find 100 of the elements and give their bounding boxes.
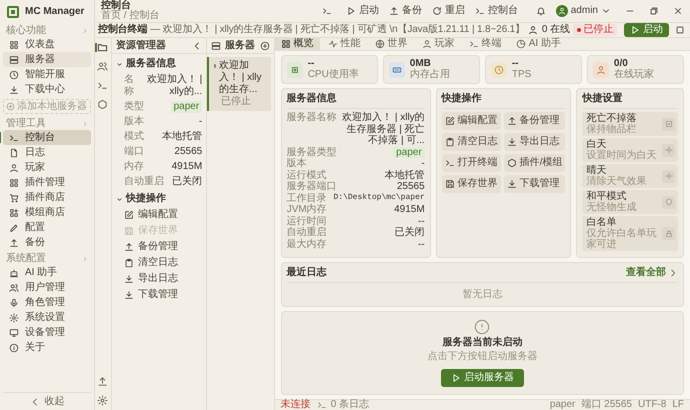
sidebar-item[interactable]: 备份 xyxy=(3,235,91,250)
server-icon xyxy=(211,40,222,50)
info-label: 工作目录 xyxy=(286,192,327,204)
type-tag: paper xyxy=(170,100,202,112)
chevron-down-icon[interactable] xyxy=(116,60,123,68)
status-item: 端口 25565 xyxy=(581,399,632,410)
info-value: 4915M xyxy=(394,204,425,216)
quick-action-button[interactable]: 备份管理 xyxy=(504,112,566,130)
quick-action-button[interactable]: 清空日志 xyxy=(442,133,501,151)
upload-icon xyxy=(506,116,517,126)
log-count: 0 条日志 xyxy=(316,399,370,410)
sidebar-item[interactable]: 配置 xyxy=(3,220,91,235)
setting-item[interactable]: 死亡不掉落 保持物品栏 xyxy=(582,112,678,136)
sidebar-item[interactable]: 日志 xyxy=(3,145,91,160)
download-icon xyxy=(9,84,19,94)
clipboard-icon xyxy=(444,137,455,147)
sidebar-item[interactable]: 仪表盘 xyxy=(3,37,91,52)
chevron-down-icon[interactable] xyxy=(116,196,123,202)
tab[interactable]: 玩家 xyxy=(416,38,461,50)
quick-action-button[interactable]: 保存世界 xyxy=(442,175,501,193)
start-button[interactable]: 启动 xyxy=(624,23,670,37)
start-server-button[interactable]: 启动服务器 xyxy=(440,369,524,387)
setting-title: 晴天 xyxy=(586,165,608,176)
action-item[interactable]: 编辑配置 xyxy=(116,207,202,223)
info-value: 欢迎加入！ | xlly的生存服务器 | 死亡不掉落 | 可... xyxy=(341,112,425,146)
hexagon-icon xyxy=(506,158,517,168)
setting-toggle[interactable] xyxy=(662,196,676,208)
setting-item[interactable]: 和平模式 无怪物生成 xyxy=(582,190,678,214)
setting-item[interactable]: 白天 设置时间为白天 xyxy=(582,138,678,162)
info-value: 25565 xyxy=(174,146,202,158)
action-item[interactable]: 备份管理 xyxy=(116,239,202,255)
info-label: JVM内存 xyxy=(286,204,327,216)
quick-action-button[interactable]: 下载管理 xyxy=(504,175,566,193)
collapse-button[interactable]: 收起 xyxy=(3,392,91,410)
sidebar-item[interactable]: 服务器 xyxy=(3,52,91,67)
sidebar-item[interactable]: 控制台 xyxy=(3,130,91,145)
sidebar-item[interactable]: 下载中心 xyxy=(3,82,91,97)
action-item[interactable]: 清空日志 xyxy=(116,255,202,271)
hexagon-icon[interactable] xyxy=(97,99,108,110)
header-action[interactable]: 备份 xyxy=(386,4,425,18)
upload-icon[interactable] xyxy=(97,376,108,387)
edit-icon xyxy=(444,116,455,126)
setting-toggle[interactable] xyxy=(662,170,676,182)
terminal-icon[interactable] xyxy=(97,80,108,91)
sidebar-item[interactable]: 模组商店 xyxy=(3,205,91,220)
info-label: 最大内存 xyxy=(286,238,327,250)
tab[interactable]: 世界 xyxy=(368,38,414,50)
sidebar-item[interactable]: 关于 xyxy=(3,340,91,355)
info-label: 运行时间 xyxy=(286,216,327,226)
user-menu[interactable]: admin xyxy=(552,4,614,18)
settings-icon[interactable] xyxy=(97,395,108,406)
quick-action-button[interactable]: 插件/模组 xyxy=(504,154,566,172)
shield-icon xyxy=(664,198,673,206)
setting-toggle[interactable] xyxy=(662,144,676,156)
quick-action-button[interactable]: 打开终端 xyxy=(442,154,501,172)
upload-icon xyxy=(388,6,399,16)
sidebar-item[interactable]: 插件商店 xyxy=(3,190,91,205)
tab[interactable]: 终端 xyxy=(462,38,508,50)
play-icon xyxy=(346,6,356,16)
sidebar-item[interactable]: 角色管理 xyxy=(3,295,91,310)
view-all-link[interactable]: 查看全部 xyxy=(626,267,678,279)
setting-description: 设置时间为白天 xyxy=(586,150,658,161)
sidebar-item[interactable]: AI 助手 xyxy=(3,265,91,280)
download-icon xyxy=(506,179,517,189)
action-item[interactable]: 导出日志 xyxy=(116,271,202,287)
setting-toggle[interactable] xyxy=(662,118,676,130)
header-action[interactable]: 控制台 xyxy=(472,4,521,18)
tab[interactable]: 性能 xyxy=(322,38,367,50)
status-item: paper xyxy=(550,399,576,410)
cart-icon xyxy=(9,192,19,202)
setting-description: 仅允许白名单玩家可进 xyxy=(586,228,658,250)
clipboard-icon xyxy=(124,258,134,268)
info-label: 版本 xyxy=(286,158,307,170)
setting-item[interactable]: 晴天 清除天气效果 xyxy=(582,164,678,188)
status-item: UTF-8 xyxy=(638,399,666,410)
folder-icon[interactable] xyxy=(97,42,108,53)
section-title: 管理工具 xyxy=(6,118,46,130)
card-title: 快捷操作 xyxy=(442,93,566,109)
sidebar-item[interactable]: 插件管理 xyxy=(3,175,91,190)
sidebar-item[interactable]: 设备管理 xyxy=(3,325,91,340)
info-label: 模式 xyxy=(124,130,144,142)
action-item[interactable]: 下载管理 xyxy=(116,287,202,303)
info-label: 服务器端口 xyxy=(286,181,337,192)
tab[interactable]: AI 助手 xyxy=(510,38,567,50)
header-action[interactable]: 启动 xyxy=(342,4,382,18)
sidebar-item[interactable]: 用户管理 xyxy=(3,280,91,295)
quick-action-button[interactable]: 编辑配置 xyxy=(442,112,501,130)
tab[interactable]: 概览 xyxy=(274,38,320,50)
setting-toggle[interactable] xyxy=(662,227,676,240)
setting-title: 和平模式 xyxy=(586,191,626,202)
server-item[interactable]: 欢迎加入！ | xlly的生存... 已停止 xyxy=(207,57,271,111)
header-action[interactable]: 重启 xyxy=(428,4,468,18)
sidebar-item[interactable]: 智能开服 xyxy=(3,67,91,82)
users-icon[interactable] xyxy=(97,61,108,72)
terminal-icon xyxy=(474,6,485,16)
sidebar-item[interactable]: 系统设置 xyxy=(3,310,91,325)
setting-item[interactable]: 白名单 仅允许白名单玩家可进 xyxy=(582,216,678,251)
info-label: 端口 xyxy=(124,146,144,158)
sidebar-item[interactable]: 玩家 xyxy=(3,160,91,175)
quick-action-button[interactable]: 导出日志 xyxy=(504,133,566,151)
